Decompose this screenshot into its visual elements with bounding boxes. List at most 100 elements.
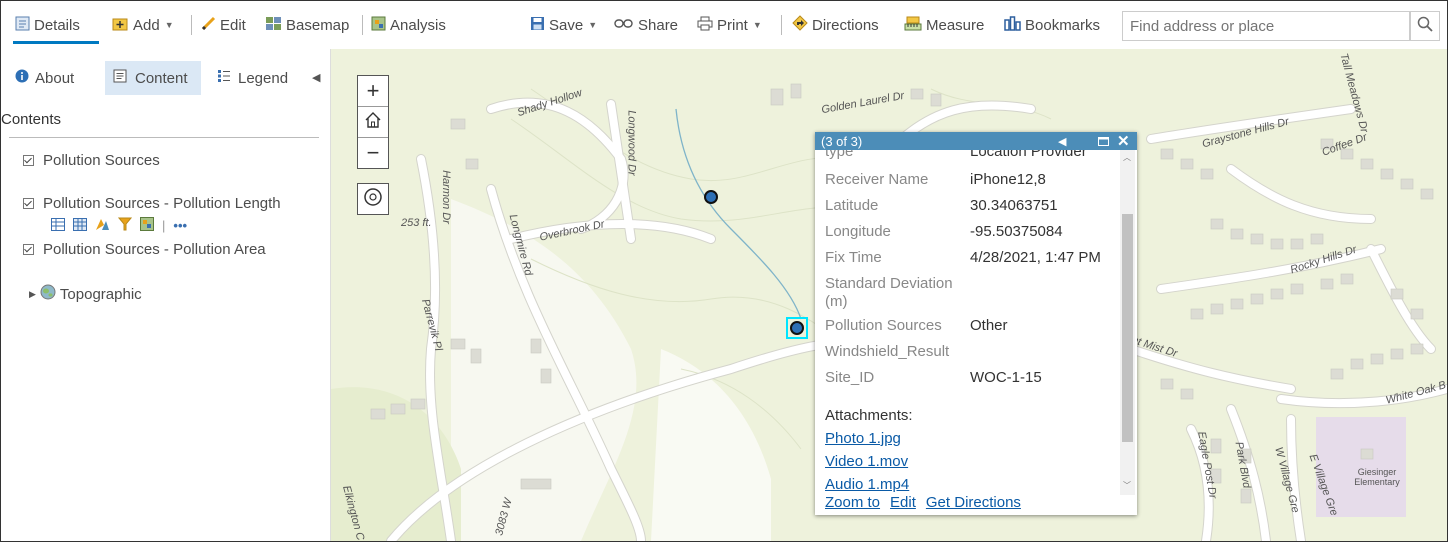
attr-value: WOC-1-15 bbox=[970, 369, 1042, 386]
basemap-icon bbox=[265, 16, 282, 35]
share-button[interactable]: Share bbox=[614, 13, 678, 37]
basemap-label: Basemap bbox=[286, 16, 350, 34]
scroll-up-icon[interactable]: ︿ bbox=[1123, 152, 1131, 163]
tab-legend[interactable]: Legend bbox=[217, 61, 303, 95]
popup-header: (3 of 3) ◀ ✕ bbox=[815, 132, 1137, 150]
layer-label: Pollution Sources - Pollution Length bbox=[43, 195, 281, 212]
popup-body: type Location Provider Receiver Name iPh… bbox=[815, 150, 1137, 500]
edit-button[interactable]: Edit bbox=[201, 13, 246, 37]
layer-checkbox[interactable] bbox=[23, 244, 34, 255]
sidebar-tabs: About Content Legend bbox=[1, 61, 331, 95]
attachments-heading: Attachments: bbox=[825, 407, 913, 424]
attr-key: Fix Time bbox=[825, 249, 882, 266]
map-label: 253 ft. bbox=[401, 217, 432, 229]
layer-pollution-sources[interactable]: Pollution Sources bbox=[23, 152, 160, 169]
locate-button[interactable] bbox=[357, 183, 389, 215]
locate-icon bbox=[363, 187, 383, 212]
maximize-icon[interactable] bbox=[1098, 132, 1109, 150]
toolbar-divider bbox=[362, 15, 363, 35]
directions-button[interactable]: Directions bbox=[792, 13, 879, 37]
attr-key: Pollution Sources bbox=[825, 317, 942, 334]
scroll-down-icon[interactable]: ﹀ bbox=[1123, 480, 1131, 491]
zoom-to-link[interactable]: Zoom to bbox=[825, 494, 880, 511]
measure-label: Measure bbox=[926, 16, 985, 34]
more-options-icon[interactable]: ••• bbox=[173, 218, 187, 233]
table-icon[interactable] bbox=[73, 217, 87, 234]
home-button[interactable] bbox=[358, 107, 388, 138]
basemap-layer[interactable]: ▶ Topographic bbox=[29, 284, 142, 304]
minus-icon: − bbox=[366, 140, 380, 165]
directions-icon bbox=[792, 15, 808, 35]
basemap-layer-label: Topographic bbox=[59, 285, 142, 303]
tab-about[interactable]: About bbox=[15, 61, 97, 95]
layer-pollution-length[interactable]: Pollution Sources - Pollution Length bbox=[23, 195, 281, 212]
attachment-link[interactable]: Photo 1.jpg bbox=[825, 430, 901, 447]
print-button[interactable]: Print ▼ bbox=[697, 13, 762, 37]
legend-icon bbox=[217, 69, 231, 87]
edit-label: Edit bbox=[220, 16, 246, 34]
layer-label: Pollution Sources bbox=[43, 152, 160, 169]
popup-actions: Zoom to Edit Get Directions bbox=[825, 494, 1021, 511]
expand-icon[interactable]: ▶ bbox=[29, 289, 36, 300]
attachment-link[interactable]: Video 1.mov bbox=[825, 453, 908, 470]
attr-key: Longitude bbox=[825, 223, 891, 240]
analysis-button[interactable]: Analysis bbox=[371, 13, 446, 37]
sidebar: About Content Legend ◀ Contents Pollutio… bbox=[1, 49, 331, 541]
details-button[interactable]: Details bbox=[15, 13, 80, 37]
bookmarks-button[interactable]: Bookmarks bbox=[1004, 13, 1100, 37]
tab-content[interactable]: Content bbox=[105, 61, 201, 95]
home-icon bbox=[364, 109, 382, 135]
change-style-icon[interactable] bbox=[95, 217, 110, 234]
popup-counter: (3 of 3) bbox=[821, 133, 863, 149]
map-view[interactable]: Shady Hollow Longwood Dr Golden Laurel D… bbox=[331, 49, 1447, 541]
search-input[interactable] bbox=[1122, 11, 1410, 41]
scroll-thumb[interactable] bbox=[1122, 214, 1133, 442]
search-icon bbox=[1417, 16, 1433, 37]
basemap-button[interactable]: Basemap bbox=[265, 13, 349, 37]
add-label: Add bbox=[133, 16, 160, 34]
edit-link[interactable]: Edit bbox=[890, 494, 916, 511]
close-icon[interactable]: ✕ bbox=[1117, 132, 1130, 150]
layer-pollution-area[interactable]: Pollution Sources - Pollution Area bbox=[23, 241, 266, 258]
attribute-table-icon[interactable] bbox=[51, 217, 65, 234]
globe-icon bbox=[40, 284, 56, 304]
search-button[interactable] bbox=[1410, 11, 1440, 41]
save-button[interactable]: Save ▼ bbox=[530, 13, 597, 37]
attr-key: Standard Deviation (m) bbox=[825, 275, 953, 310]
layer-tools: | ••• bbox=[51, 217, 187, 234]
zoom-controls: + − bbox=[357, 75, 389, 169]
share-icon bbox=[614, 17, 634, 34]
chevron-down-icon: ▼ bbox=[752, 20, 762, 30]
zoom-out-button[interactable]: − bbox=[358, 138, 388, 168]
content-icon bbox=[113, 69, 127, 87]
map-label: Giesinger Elementary bbox=[1354, 467, 1400, 487]
measure-icon bbox=[904, 16, 922, 35]
popup-scrollbar[interactable]: ︿ ﹀ bbox=[1120, 150, 1135, 495]
layer-label: Pollution Sources - Pollution Area bbox=[43, 241, 266, 258]
add-button[interactable]: Add ▼ bbox=[112, 13, 174, 37]
print-icon bbox=[697, 16, 713, 35]
save-icon bbox=[530, 16, 545, 35]
attr-key: Receiver Name bbox=[825, 171, 929, 188]
share-label: Share bbox=[638, 16, 679, 34]
active-tab-underline bbox=[13, 41, 99, 44]
attr-value: Location Provider bbox=[970, 150, 1087, 160]
toolbar-divider bbox=[781, 15, 782, 35]
zoom-in-button[interactable]: + bbox=[358, 76, 388, 107]
divider bbox=[9, 137, 319, 138]
get-directions-link[interactable]: Get Directions bbox=[926, 494, 1021, 511]
analysis-tool-icon[interactable] bbox=[140, 217, 154, 234]
attr-value: iPhone12,8 bbox=[970, 171, 1046, 188]
save-label: Save bbox=[549, 16, 584, 34]
layer-checkbox[interactable] bbox=[23, 198, 34, 209]
measure-button[interactable]: Measure bbox=[904, 13, 984, 37]
collapse-sidebar-icon[interactable]: ◀ bbox=[312, 71, 320, 84]
bookmarks-label: Bookmarks bbox=[1025, 16, 1101, 34]
layer-checkbox[interactable] bbox=[23, 155, 34, 166]
previous-feature-icon[interactable]: ◀ bbox=[1058, 132, 1066, 150]
attachment-link[interactable]: Audio 1.mp4 bbox=[825, 476, 909, 493]
attr-key: type bbox=[825, 150, 854, 160]
filter-icon[interactable] bbox=[117, 217, 133, 234]
print-label: Print bbox=[717, 16, 748, 34]
attr-value: Other bbox=[970, 317, 1008, 334]
